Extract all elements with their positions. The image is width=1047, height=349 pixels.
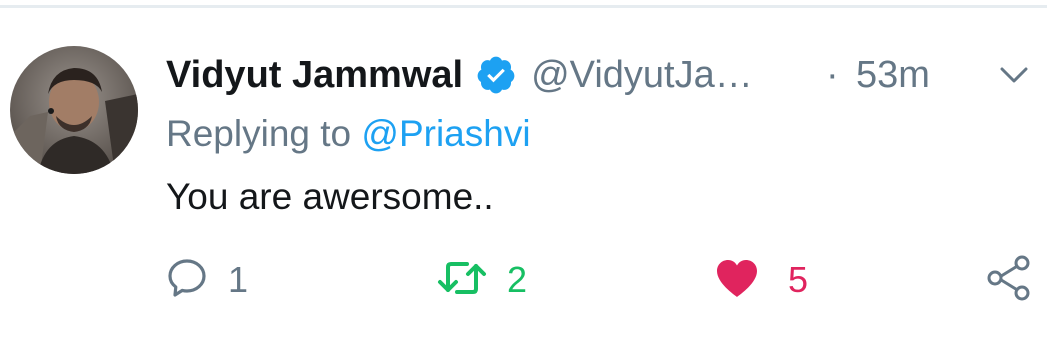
author-handle[interactable]: @VidyutJa…	[531, 54, 753, 97]
like-count: 5	[788, 259, 809, 300]
tweet-header: Vidyut Jammwal @VidyutJa… · 53m	[166, 50, 1036, 100]
replying-to-line: Replying to @Priashvi	[166, 113, 531, 155]
retweet-icon	[437, 257, 487, 304]
reply-button[interactable]: 1	[166, 255, 248, 305]
separator-dot: ·	[826, 53, 839, 96]
tweet-actions: 1 2 5	[0, 255, 1047, 305]
retweet-button[interactable]: 2	[437, 255, 527, 305]
verified-badge-icon	[475, 54, 517, 96]
retweet-count: 2	[507, 259, 528, 300]
share-icon	[985, 254, 1033, 307]
heart-icon	[714, 257, 760, 304]
replying-to-label: Replying to	[166, 113, 352, 154]
reply-bubble-icon	[166, 257, 208, 304]
author-display-name[interactable]: Vidyut Jammwal	[166, 54, 463, 97]
tweet-card[interactable]: Vidyut Jammwal @VidyutJa… · 53m Replying…	[0, 0, 1047, 349]
like-button[interactable]: 5	[714, 255, 808, 305]
chevron-down-icon[interactable]	[999, 65, 1029, 85]
share-button[interactable]	[985, 255, 1033, 305]
avatar[interactable]	[10, 46, 138, 174]
replying-to-mention[interactable]: @Priashvi	[361, 113, 530, 154]
tweet-text: You are awersome..	[166, 176, 494, 217]
tweet-timestamp[interactable]: 53m	[856, 54, 930, 97]
reply-count: 1	[228, 259, 249, 300]
